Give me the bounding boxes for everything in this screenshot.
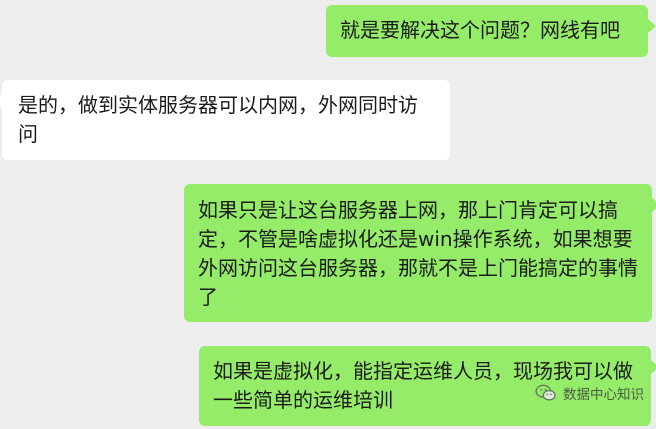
wechat-icon	[535, 384, 557, 402]
watermark: 数据中心知识	[535, 383, 644, 403]
message-bubble-received[interactable]: 是的，做到实体服务器可以内网，外网同时访问	[0, 80, 450, 160]
message-bubble-sent[interactable]: 如果只是让这台服务器上网，那上门肯定可以搞定，不管是啥虚拟化还是win操作系统，…	[184, 184, 656, 322]
chat-conversation: 就是要解决这个问题？网线有吧 是的，做到实体服务器可以内网，外网同时访问 如果只…	[0, 0, 656, 429]
message-bubble-sent[interactable]: 就是要解决这个问题？网线有吧	[326, 5, 656, 57]
watermark-label: 数据中心知识	[563, 387, 644, 403]
